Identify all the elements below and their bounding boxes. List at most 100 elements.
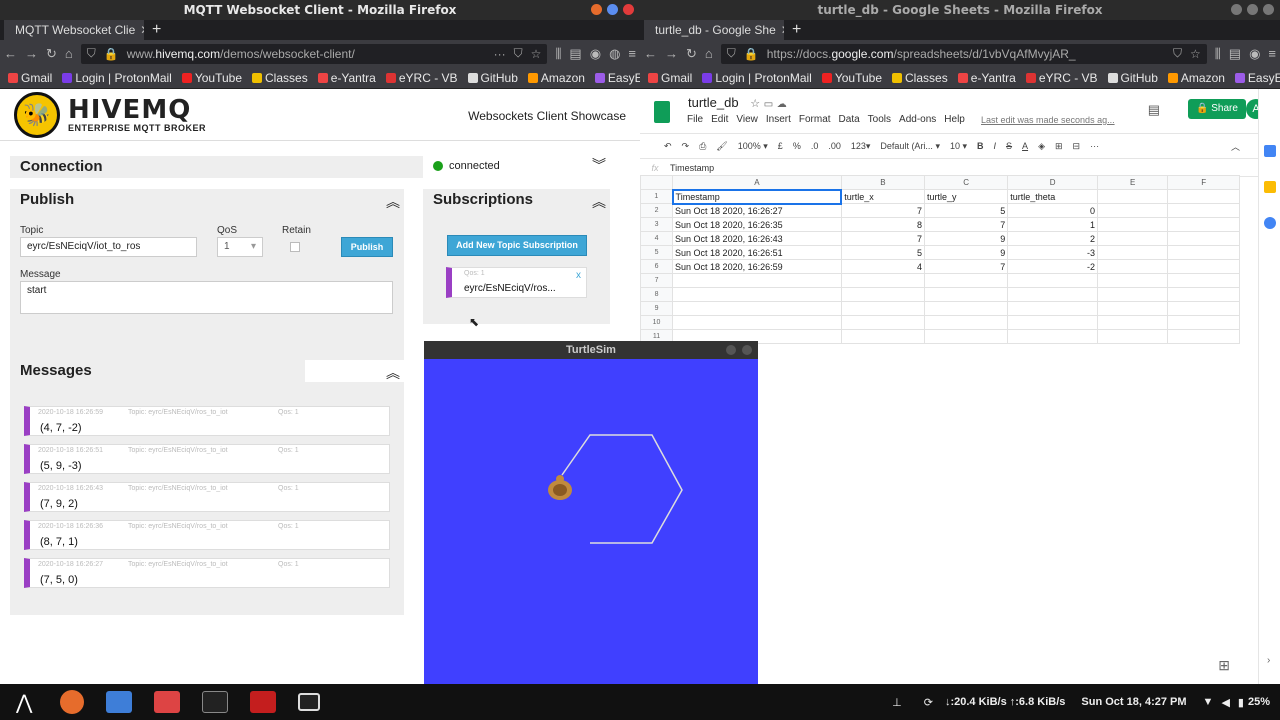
home-icon[interactable]: ⌂ [65, 46, 73, 61]
library-icon[interactable]: ⫼ [555, 46, 561, 62]
page-actions-icon[interactable]: ··· [494, 47, 506, 61]
menu-data[interactable]: Data [839, 114, 860, 125]
table-cell[interactable] [672, 273, 842, 288]
menu-format[interactable]: Format [799, 114, 831, 125]
table-cell[interactable] [923, 329, 1009, 344]
table-cell[interactable] [1096, 217, 1169, 232]
borders-icon[interactable]: ⊞ [1055, 141, 1063, 152]
calendar-icon[interactable] [1264, 145, 1276, 157]
table-cell[interactable] [840, 273, 926, 288]
pin-icon[interactable]: ⊥ [892, 696, 902, 709]
close-button[interactable] [623, 4, 634, 15]
sync-icon[interactable]: ⟳ [924, 696, 933, 709]
app-launcher-icon[interactable]: ⋀ [16, 690, 32, 715]
menu-tools[interactable]: Tools [868, 114, 891, 125]
more-formats-select[interactable]: 123▾ [851, 141, 871, 152]
extension-icon[interactable]: ◍ [609, 46, 620, 62]
app-store-icon[interactable] [154, 691, 181, 713]
table-cell[interactable]: turtle_theta [1007, 189, 1098, 204]
table-cell[interactable] [1167, 203, 1240, 218]
table-cell[interactable]: 0 [1007, 203, 1098, 218]
retain-checkbox[interactable] [290, 242, 300, 252]
table-cell[interactable] [923, 301, 1009, 316]
column-header[interactable]: A [672, 175, 842, 190]
row-header[interactable]: 8 [640, 287, 674, 302]
bookmark-star-icon[interactable]: ☆ [531, 47, 542, 61]
collapse-publish-icon[interactable]: ︽ [386, 192, 400, 212]
close-button[interactable] [742, 345, 752, 355]
window-icon[interactable] [298, 693, 321, 711]
expand-connection-icon[interactable]: ︾ [592, 155, 606, 175]
files-icon[interactable] [106, 691, 133, 713]
bookmark-easyeda[interactable]: EasyEDA [594, 71, 640, 85]
table-cell[interactable] [1096, 329, 1169, 344]
wifi-icon[interactable]: ▼ [1203, 696, 1214, 708]
forward-icon[interactable]: → [665, 46, 678, 61]
table-cell[interactable] [672, 287, 842, 302]
row-header[interactable]: 1 [640, 189, 674, 204]
menu-insert[interactable]: Insert [766, 114, 791, 125]
table-cell[interactable] [1167, 273, 1240, 288]
column-header[interactable]: F [1167, 175, 1240, 190]
table-cell[interactable] [1007, 329, 1098, 344]
menu-icon[interactable]: ≡ [1268, 46, 1276, 61]
table-cell[interactable] [1007, 301, 1098, 316]
select-all-corner[interactable] [640, 175, 674, 190]
bookmark-classes[interactable]: Classes [892, 71, 948, 85]
row-header[interactable]: 9 [640, 301, 674, 316]
percent-button[interactable]: % [793, 141, 801, 151]
app-icon[interactable] [250, 691, 277, 713]
font-select[interactable]: Default (Ari... ▾ [880, 141, 940, 152]
table-cell[interactable]: 8 [840, 217, 926, 232]
bookmark-github[interactable]: GitHub [1107, 71, 1158, 85]
table-cell[interactable]: 4 [840, 259, 926, 274]
clock[interactable]: Sun Oct 18, 4:27 PM [1081, 696, 1186, 708]
column-header[interactable]: B [840, 175, 926, 190]
menu-edit[interactable]: Edit [711, 114, 728, 125]
table-cell[interactable] [1167, 329, 1240, 344]
bookmark-e-yantra[interactable]: e-Yantra [317, 71, 376, 85]
table-cell[interactable] [1167, 189, 1240, 204]
bookmark-star-icon[interactable]: ☆ [1190, 47, 1201, 61]
menu-icon[interactable]: ≡ [628, 46, 636, 61]
row-header[interactable]: 4 [640, 231, 674, 246]
bookmark-eyrc-vb[interactable]: eYRC - VB [385, 71, 458, 85]
column-header[interactable]: E [1096, 175, 1169, 190]
bookmark-classes[interactable]: Classes [252, 71, 308, 85]
sidebar-icon[interactable]: ▤ [1229, 46, 1241, 62]
table-cell[interactable] [923, 315, 1009, 330]
table-cell[interactable]: 9 [923, 231, 1009, 246]
row-header[interactable]: 6 [640, 259, 674, 274]
table-cell[interactable] [1167, 245, 1240, 260]
redo-icon[interactable]: ↷ [682, 141, 690, 152]
battery-icon[interactable]: ▮ [1238, 696, 1244, 709]
minimize-button[interactable] [1231, 4, 1242, 15]
bookmark-amazon[interactable]: Amazon [527, 71, 585, 85]
table-cell[interactable]: Sun Oct 18 2020, 16:26:27 [672, 203, 842, 218]
tasks-icon[interactable] [1264, 217, 1276, 229]
bookmark-eyrc-vb[interactable]: eYRC - VB [1025, 71, 1098, 85]
connection-header[interactable]: Connection [10, 156, 423, 178]
keep-icon[interactable] [1264, 181, 1276, 193]
table-cell[interactable] [1096, 231, 1169, 246]
table-cell[interactable] [1007, 315, 1098, 330]
url-bar[interactable]: ⛉ 🔒 www.hivemq.com/demos/websocket-clien… [80, 43, 548, 64]
unsubscribe-button[interactable]: x [576, 270, 581, 281]
spreadsheet-grid[interactable]: A B C D E F 1 Timestamp turtle_x turtle_y turtle_t… [640, 175, 1240, 344]
row-header[interactable]: 5 [640, 245, 674, 260]
bookmark-github[interactable]: GitHub [467, 71, 518, 85]
collapse-subscriptions-icon[interactable]: ︽ [592, 192, 606, 212]
url-bar[interactable]: ⛉ 🔒 https://docs.google.com/spreadsheets… [720, 43, 1207, 64]
table-cell[interactable] [1096, 203, 1169, 218]
star-icon[interactable]: ☆ [750, 98, 760, 110]
merge-cells-icon[interactable]: ⊟ [1073, 141, 1081, 152]
table-cell[interactable] [1167, 259, 1240, 274]
table-cell[interactable] [1007, 273, 1098, 288]
table-cell[interactable] [1096, 189, 1169, 204]
table-cell[interactable] [1167, 217, 1240, 232]
tab-mqtt-client[interactable]: MQTT Websocket Clie ✕ [4, 20, 144, 40]
table-cell[interactable] [1096, 315, 1169, 330]
extension-icon[interactable]: ◉ [1249, 46, 1260, 62]
italic-icon[interactable]: I [994, 141, 997, 151]
qos-select[interactable]: 1 ▾ [217, 237, 263, 257]
